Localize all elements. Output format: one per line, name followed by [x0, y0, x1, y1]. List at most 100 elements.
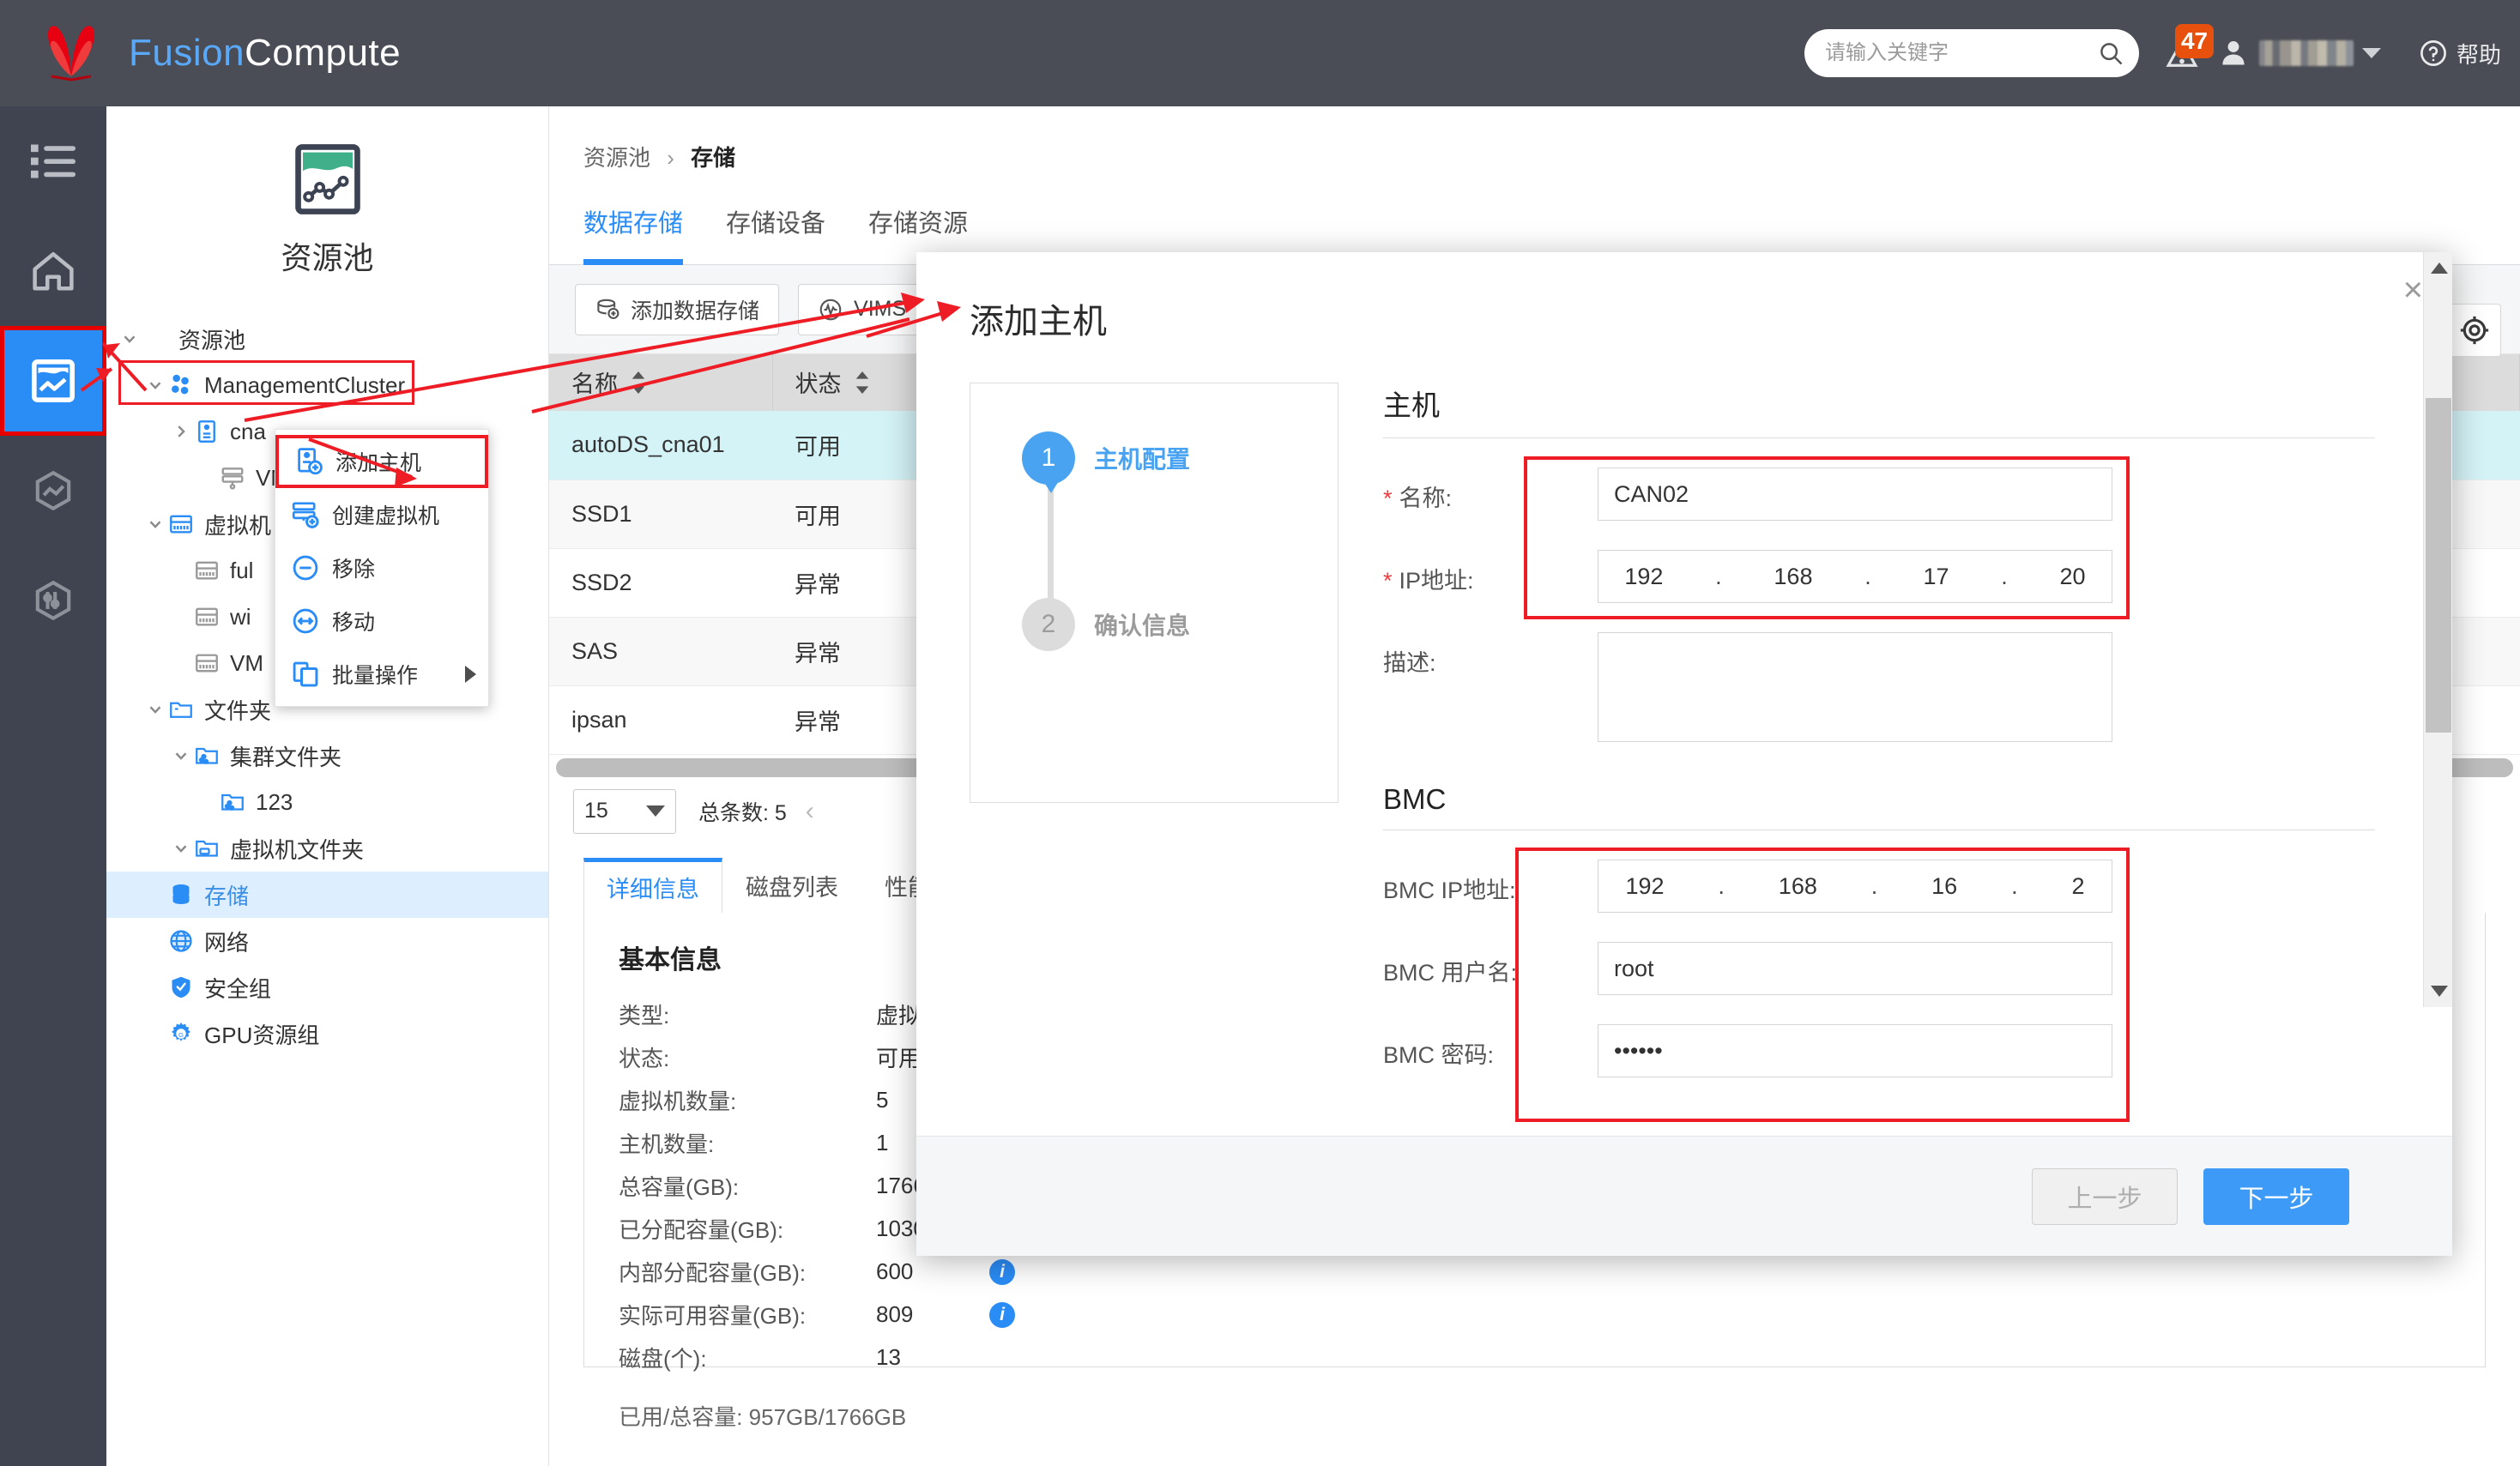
wizard-step-1[interactable]: 1 主机配置 [1022, 431, 1190, 485]
table-column-名称[interactable]: 名称 [549, 354, 773, 411]
context-menu-item-添加主机[interactable]: 添加主机 [275, 435, 488, 488]
wizard-step-2[interactable]: 2 确认信息 [1022, 598, 1190, 651]
cell-status: 可用 [772, 411, 935, 480]
detail-value: 809 [876, 1301, 914, 1327]
host-ip-input[interactable]: 192 . 168 . 17 . 20 [1598, 550, 2112, 603]
tree-twisty-icon[interactable] [170, 422, 192, 441]
tree-twisty-icon[interactable] [144, 376, 166, 395]
ip-dot: . [2001, 563, 2008, 589]
scroll-up-arrow-icon[interactable] [2431, 262, 2448, 274]
info-icon[interactable]: i [989, 1301, 1015, 1328]
bmc-ip-octet-3[interactable]: 16 [1931, 873, 1957, 900]
host-name-input[interactable] [1598, 468, 2112, 521]
tree-item-GPU资源组[interactable]: G GPU资源组 [106, 1011, 548, 1057]
detail-tab-磁盘列表[interactable]: 磁盘列表 [722, 858, 861, 913]
previous-step-button[interactable]: 上一步 [2032, 1167, 2178, 1225]
rail-item-system[interactable] [0, 546, 106, 655]
detail-key: 主机数量: [619, 1131, 715, 1157]
system-hex-icon [35, 580, 71, 621]
tree-item-label: GPU资源组 [204, 1022, 320, 1048]
brand-logo[interactable]: FusionCompute [34, 21, 401, 85]
tab-存储设备[interactable]: 存储设备 [726, 203, 825, 264]
batch-icon [289, 659, 322, 690]
context-menu-item-创建虚拟机[interactable]: 创建虚拟机 [275, 488, 488, 541]
detail-tab-详细信息[interactable]: 详细信息 [583, 857, 722, 913]
table-settings-button[interactable] [2448, 304, 2501, 357]
help-button[interactable]: 帮助 [2419, 38, 2501, 69]
rail-item-resource-pool[interactable] [0, 326, 106, 436]
detail-value: 13 [876, 1344, 901, 1370]
bmc-ip-row: BMC IP地址: 192 . 168 . 16 . 2 [1383, 860, 2375, 913]
bmc-username-input[interactable] [1598, 942, 2112, 995]
context-menu-label: 添加主机 [335, 451, 422, 475]
host-desc-textarea[interactable] [1598, 632, 2112, 742]
tree-twisty-icon[interactable] [170, 746, 192, 765]
sort-arrows-icon[interactable] [630, 371, 647, 400]
left-icon-rail [0, 106, 106, 1466]
tree-item-存储[interactable]: 存储 [106, 872, 548, 918]
tree-item-label: 虚拟机 [204, 512, 272, 539]
vm-group-icon [166, 511, 196, 537]
wizard-stepper: 1 主机配置 2 确认信息 [970, 383, 1339, 803]
resource-tree-panel: 资源池 资源池 ManagementCluster cna VM 虚拟机 ful… [106, 106, 549, 1466]
context-menu-item-移动[interactable]: 移动 [275, 594, 488, 648]
tree-item-资源池[interactable]: 资源池 [106, 316, 548, 362]
breadcrumb-root[interactable]: 资源池 [583, 145, 650, 171]
tree-item-ManagementCluster[interactable]: ManagementCluster [106, 360, 548, 408]
vims-button[interactable]: VIMS [798, 283, 927, 335]
bmc-ip-octet-2[interactable]: 168 [1779, 873, 1817, 900]
tree-twisty-icon[interactable] [118, 329, 141, 348]
host-ip-octet-2[interactable]: 168 [1774, 564, 1812, 590]
context-menu-item-批量操作[interactable]: 批量操作 [275, 648, 488, 701]
search-box[interactable] [1804, 29, 2139, 77]
rail-item-service[interactable] [0, 436, 106, 546]
tree-item-123[interactable]: 123 [106, 779, 548, 825]
breadcrumb-current: 存储 [691, 145, 736, 171]
tree-item-虚拟机文件夹[interactable]: 虚拟机文件夹 [106, 825, 548, 872]
username-label[interactable] [2258, 40, 2354, 66]
tree-twisty-icon[interactable] [144, 515, 166, 534]
close-icon[interactable]: × [2403, 273, 2423, 307]
host-ip-octet-4[interactable]: 20 [2059, 564, 2085, 590]
dialog-scrollbar[interactable] [2423, 252, 2452, 1007]
rail-item-home[interactable] [0, 216, 106, 326]
tree-twisty-icon[interactable] [170, 839, 192, 858]
tree-item-label: wi [230, 603, 251, 630]
sort-arrows-icon[interactable] [854, 371, 871, 400]
user-avatar-icon[interactable] [2218, 36, 2249, 70]
tree-item-安全组[interactable]: 安全组 [106, 964, 548, 1011]
scroll-down-arrow-icon[interactable] [2431, 986, 2448, 997]
next-step-button[interactable]: 下一步 [2203, 1167, 2349, 1225]
host-ip-octet-1[interactable]: 192 [1624, 564, 1663, 590]
host-section-heading: 主机 [1383, 383, 2375, 438]
bmc-ip-input[interactable]: 192 . 168 . 16 . 2 [1598, 860, 2112, 913]
bmc-ip-octet-1[interactable]: 192 [1625, 873, 1664, 900]
tab-数据存储[interactable]: 数据存储 [583, 203, 684, 265]
context-menu-item-移除[interactable]: 移除 [275, 541, 488, 594]
search-icon[interactable] [2098, 40, 2124, 66]
scrollbar-thumb[interactable] [2426, 398, 2451, 733]
cluster-context-menu: 添加主机 创建虚拟机 移除 移动 批量操作 [275, 429, 489, 707]
bmc-password-input[interactable] [1598, 1024, 2112, 1077]
search-input[interactable] [1824, 41, 2098, 65]
cluster-icon [166, 371, 196, 399]
info-icon[interactable]: i [989, 1258, 1015, 1285]
tree-item-集群文件夹[interactable]: 集群文件夹 [106, 733, 548, 779]
alarm-button[interactable]: 47 [2161, 24, 2215, 77]
tree-twisty-icon[interactable] [144, 700, 166, 719]
cell-name: SSD1 [549, 480, 772, 549]
shield-icon [166, 974, 196, 1000]
rail-item-list[interactable] [0, 106, 106, 216]
remove-icon [289, 552, 322, 583]
prev-page-button[interactable]: ‹ [806, 797, 814, 826]
add-datastore-button[interactable]: 添加数据存储 [575, 283, 780, 335]
host-desc-row: 描述: [1383, 632, 2375, 742]
chevron-down-icon[interactable] [2361, 48, 2381, 58]
page-size-select[interactable]: 15 [573, 788, 676, 834]
tree-item-网络[interactable]: 网络 [106, 918, 548, 964]
cell-status: 异常 [772, 685, 935, 755]
host-ip-octet-3[interactable]: 17 [1923, 564, 1949, 590]
table-column-状态[interactable]: 状态 [772, 354, 936, 411]
context-menu-label: 创建虚拟机 [332, 504, 440, 528]
bmc-ip-octet-4[interactable]: 2 [2072, 873, 2085, 900]
